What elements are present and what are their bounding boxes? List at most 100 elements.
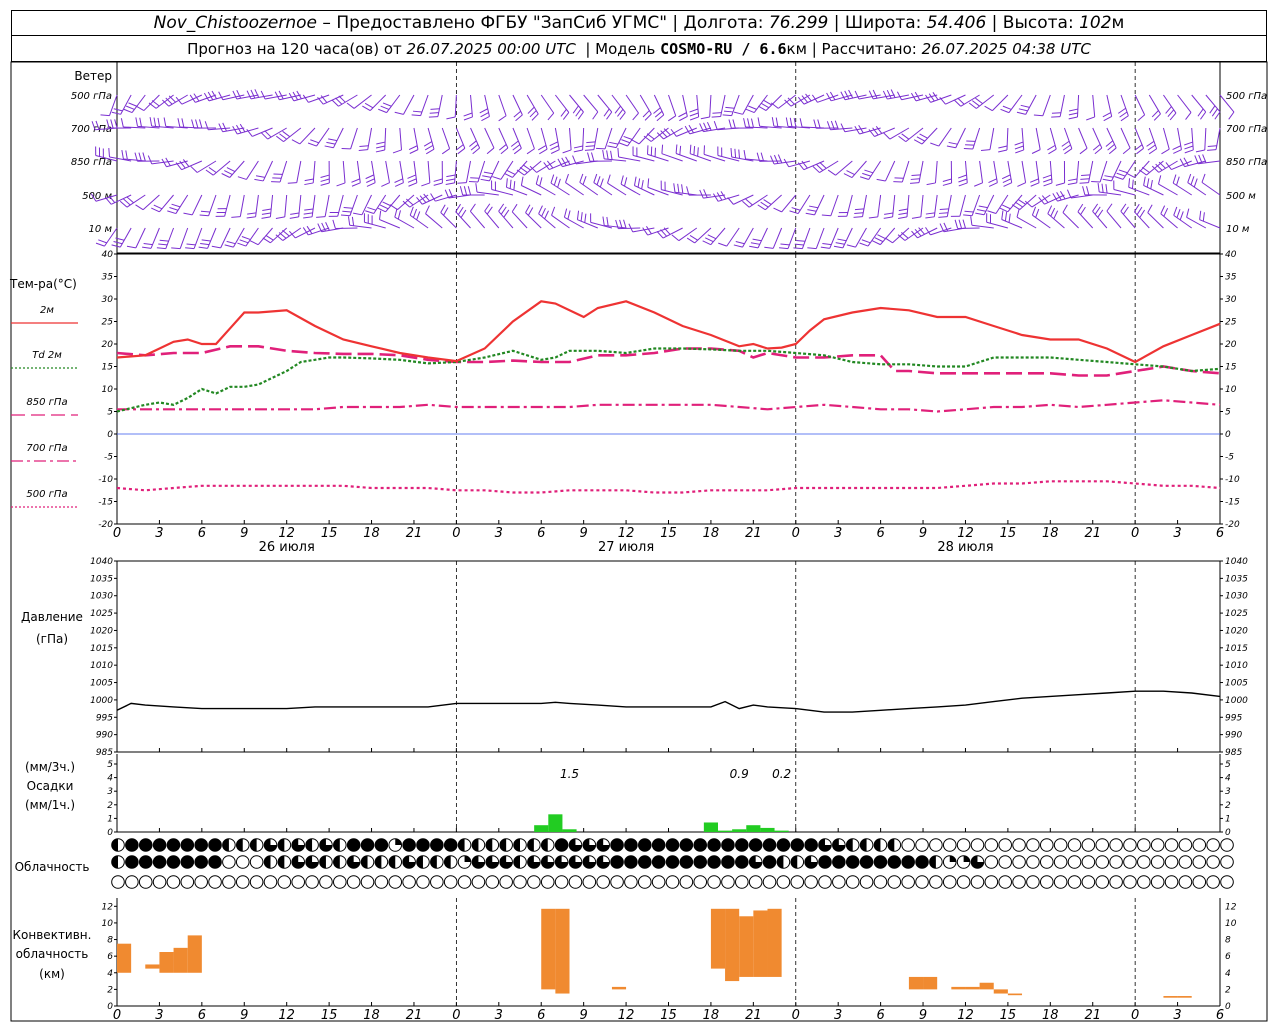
cloud-fill [167, 855, 180, 869]
cloud-symbol [637, 875, 652, 889]
cloud-fill [236, 838, 243, 852]
wind-barb-feather [580, 212, 583, 222]
conv-bar [117, 943, 132, 973]
wind-barb-feather [868, 216, 878, 219]
cloud-fill [721, 855, 735, 869]
wind-barb-feather [1001, 210, 1004, 220]
press-tick-label: 1030 [1225, 592, 1248, 602]
wind-barb-feather [646, 133, 655, 140]
precip-annotation: 1.5 [560, 767, 579, 781]
cloud-symbol [1178, 855, 1193, 869]
cloud-fill [305, 838, 313, 852]
wind-barb-feather [198, 246, 208, 249]
wind-barb-feather [416, 211, 421, 221]
wind-barb-feather [562, 149, 572, 154]
cloud-fill [430, 855, 437, 869]
cloud-fill [139, 855, 153, 869]
wind-barb-feather [705, 237, 714, 243]
wind-barb-feather [743, 118, 746, 128]
wind-barb [906, 194, 910, 217]
wind-barb-feather [331, 99, 339, 107]
wind-level-label: 700 гПа [71, 124, 112, 135]
cloud-symbol [166, 875, 181, 889]
wind-barb-feather [531, 113, 539, 121]
cloud-symbol [984, 855, 999, 869]
wind-barb [846, 194, 853, 217]
wind-barb-feather [699, 189, 704, 199]
wind-barb [191, 194, 203, 216]
cloud-symbol [998, 855, 1013, 869]
wind-barb-feather [1214, 111, 1221, 120]
wind-barb-feather [644, 113, 652, 121]
cloud-symbol [956, 875, 971, 889]
wind-barb-feather [773, 207, 782, 213]
wind-barb-feather [703, 189, 708, 198]
conv-tick-label: 10 [102, 919, 114, 929]
wind-barb-feather [282, 130, 291, 138]
wind-barb-feather [470, 144, 479, 151]
wind-barb-feather [1038, 196, 1045, 205]
wind-barb-feather [183, 212, 193, 216]
wind-barb-feather [535, 175, 540, 185]
wind-barb-feather [668, 115, 677, 122]
wind-barb-feather [377, 207, 386, 213]
wind-barb-feather [637, 178, 641, 188]
wind-barb-feather [424, 144, 434, 151]
wind-barb-feather [1050, 207, 1056, 217]
wind-barb-feather [647, 178, 650, 188]
wind-barb [525, 212, 542, 229]
precip-tick-label: 3 [107, 787, 113, 797]
cloud-symbol [554, 875, 569, 889]
wind-barb-feather [328, 138, 338, 142]
time-tick-label: 21 [745, 1008, 762, 1023]
wind-barb-feather [463, 116, 473, 121]
wind-barb-feather [975, 97, 983, 105]
wind-barb-feather [1102, 112, 1112, 118]
wind-barb-feather [1103, 116, 1112, 122]
cloud-symbol [887, 875, 902, 889]
press-tick-label: 1015 [90, 644, 113, 654]
wind-title: Ветер [74, 69, 112, 83]
wind-barb-feather [469, 203, 476, 212]
wind-barb-feather [1199, 210, 1202, 220]
time-tick-label: 12 [278, 526, 295, 541]
wind-barb [1008, 94, 1023, 113]
wind-barb [862, 194, 867, 217]
wind-barb-feather [1086, 116, 1095, 121]
wind-barb-feather [123, 198, 131, 206]
wind-barb-feather [1147, 144, 1156, 151]
wind-barb-feather [728, 119, 732, 129]
wind-barb-feather [702, 240, 711, 246]
precip-tick-label: 1 [1225, 814, 1231, 824]
wind-barb-feather [1030, 178, 1039, 183]
wind-barb [938, 127, 952, 147]
wind-barb-feather [433, 182, 443, 186]
wind-barb [565, 182, 584, 196]
wind-barb-feather [624, 177, 628, 187]
wind-barb-feather [351, 178, 360, 183]
wind-barb-feather [854, 212, 864, 214]
wind-barb [399, 127, 402, 150]
wind-barb-feather [193, 93, 200, 102]
wind-barb-feather [901, 133, 910, 140]
wind-barb-feather [859, 242, 869, 247]
wind-barb-feather [773, 154, 779, 164]
cloud-fill [541, 838, 548, 852]
wind-barb-feather [529, 110, 537, 118]
wind-barb-feather [205, 169, 214, 176]
wind-barb-feather [276, 135, 284, 142]
cloud-symbol [582, 875, 597, 889]
wind-barb [1077, 211, 1094, 229]
wind-barb-feather [883, 132, 891, 140]
wind-barb-feather [925, 216, 935, 219]
wind-barb-feather [1197, 108, 1204, 117]
wind-barb-feather [654, 110, 663, 118]
press-tick-label: 985 [96, 748, 113, 758]
wind-barb-feather [185, 247, 195, 250]
time-tick-label: 3 [834, 526, 842, 541]
wind-barb-feather [457, 147, 466, 155]
wind-barb-feather [1055, 182, 1065, 186]
wind-barb-feather [1136, 147, 1144, 155]
wind-barb-feather [191, 119, 195, 129]
wind-barb-feather [503, 209, 510, 218]
